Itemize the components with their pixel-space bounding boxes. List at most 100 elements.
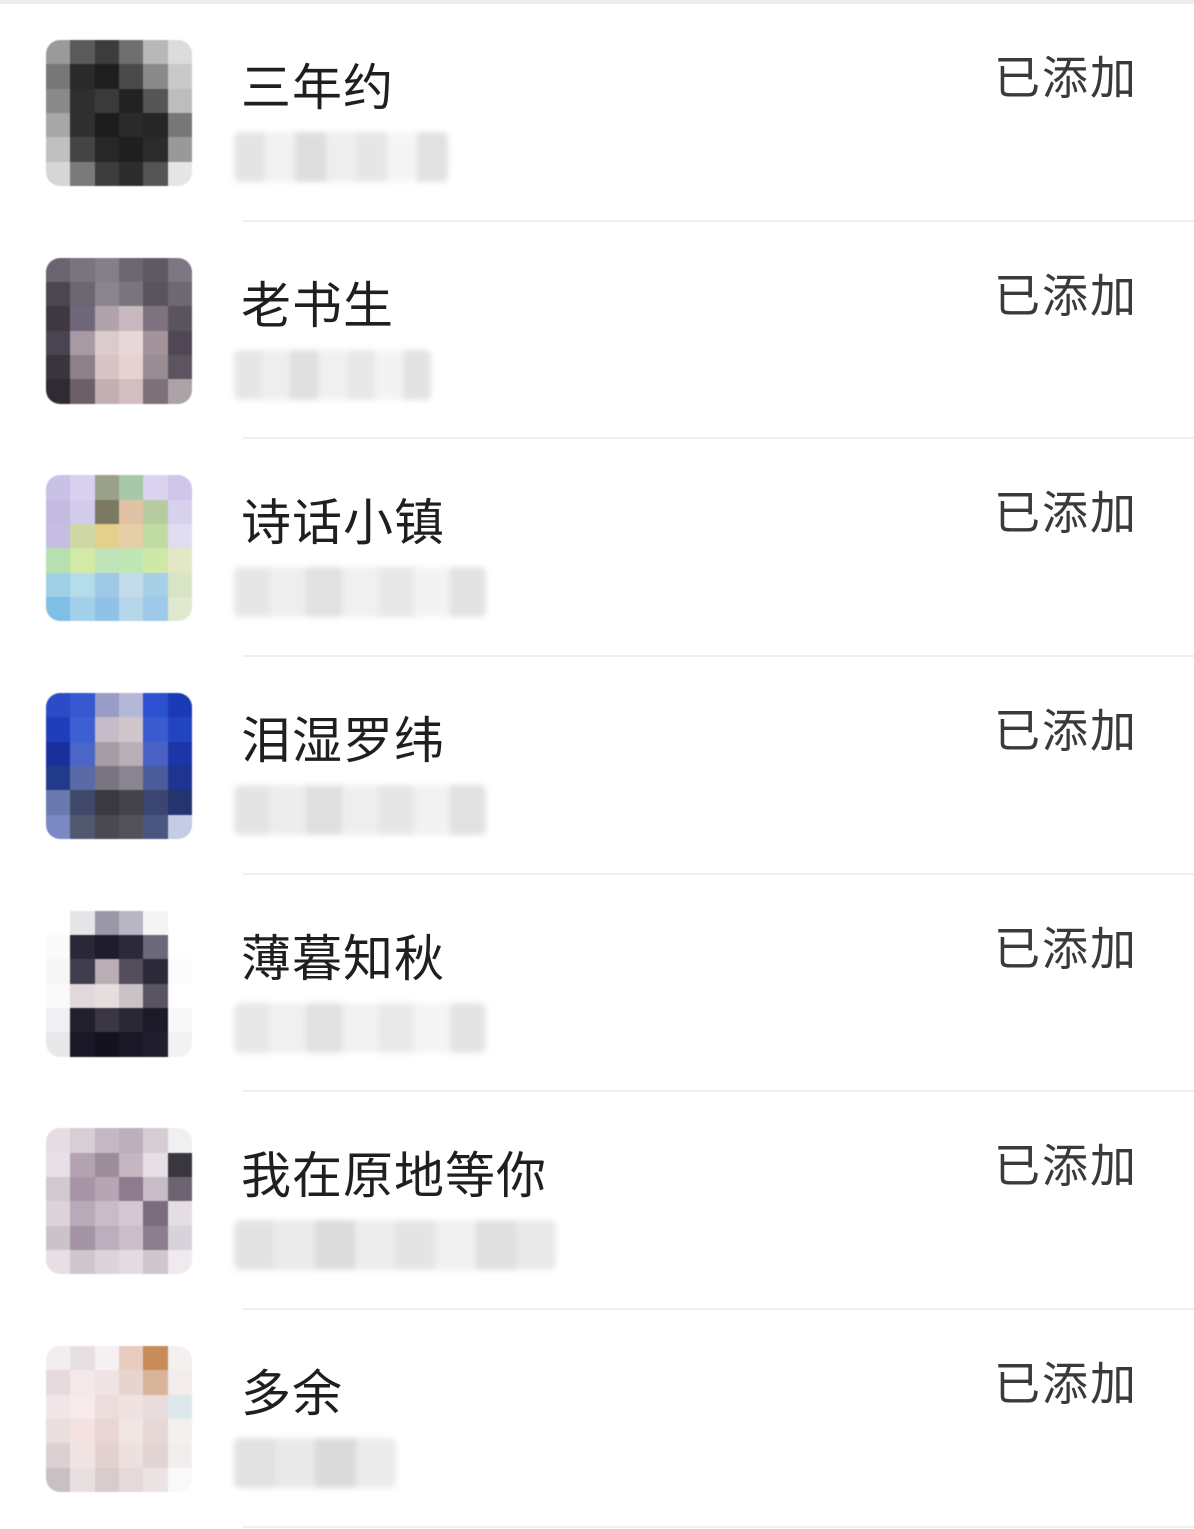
avatar-pixel	[70, 88, 95, 113]
blur-block	[342, 785, 378, 836]
blur-block	[395, 1220, 436, 1271]
list-item[interactable]: 多余 已添加	[0, 1310, 1194, 1528]
blur-block	[314, 1220, 355, 1271]
avatar-pixel	[143, 548, 168, 573]
avatar[interactable]	[46, 693, 192, 840]
avatar-pixel	[119, 741, 144, 767]
avatar-pixel	[119, 257, 144, 283]
list-item[interactable]: 三年约 已添加	[0, 4, 1194, 222]
avatar-pixel	[70, 1128, 95, 1153]
list-item[interactable]: 老书生 已添加	[0, 222, 1194, 440]
avatar-pixel	[119, 1419, 144, 1444]
list-item[interactable]: 我在原地等你 已添加	[0, 1092, 1194, 1311]
blur-block	[234, 132, 265, 182]
avatar[interactable]	[46, 1346, 192, 1493]
avatar-pixel	[70, 113, 95, 138]
blur-block	[414, 567, 450, 618]
avatar-pixel	[70, 1225, 95, 1251]
avatar-pixel	[143, 935, 168, 960]
avatar-pixel	[46, 597, 71, 622]
avatar-pixel	[94, 959, 119, 984]
blur-block	[234, 1438, 275, 1489]
avatar-pixel	[46, 1032, 71, 1057]
blur-block	[515, 1220, 556, 1271]
contact-subtitle-blurred	[234, 349, 431, 400]
contact-list: 三年约 已添加 老书生 已添加 诗话小镇 已添加 泪湿罗纬 已添加 薄暮知秋 已…	[0, 4, 1194, 1528]
avatar-pixel	[94, 1225, 119, 1251]
avatar-pixel	[143, 1152, 168, 1178]
avatar-pixel	[94, 282, 119, 307]
avatar-pixel	[46, 113, 71, 138]
added-status: 已添加	[994, 704, 1138, 759]
blur-block	[325, 132, 357, 182]
avatar-pixel	[143, 572, 168, 598]
avatar-pixel	[167, 1008, 192, 1033]
avatar-pixel	[94, 814, 119, 840]
blur-block	[374, 349, 403, 400]
avatar-pixel	[94, 257, 119, 283]
blur-block	[270, 785, 306, 836]
avatar-pixel	[94, 161, 119, 186]
avatar-pixel	[46, 766, 71, 791]
blur-block	[274, 1220, 315, 1271]
avatar-pixel	[46, 524, 71, 549]
avatar-pixel	[167, 1225, 192, 1251]
blur-block	[356, 132, 387, 182]
avatar-pixel	[46, 790, 71, 815]
avatar-pixel	[70, 379, 95, 404]
avatar-pixel	[46, 88, 71, 113]
avatar-pixel	[46, 935, 71, 960]
avatar[interactable]	[46, 257, 192, 404]
avatar-pixel	[70, 1250, 95, 1275]
avatar-pixel	[70, 717, 95, 742]
blur-block	[450, 785, 486, 836]
avatar-pixel	[119, 137, 144, 162]
avatar-pixel	[119, 1346, 144, 1371]
avatar-pixel	[94, 1443, 119, 1468]
avatar-pixel	[46, 499, 71, 525]
avatar[interactable]	[46, 475, 192, 622]
avatar-pixel	[143, 1394, 168, 1420]
blur-block	[234, 1220, 275, 1271]
avatar-pixel	[143, 1177, 168, 1202]
avatar-pixel	[167, 1032, 192, 1057]
avatar[interactable]	[46, 1128, 192, 1275]
blur-block	[414, 1002, 450, 1053]
avatar-pixel	[119, 910, 144, 936]
list-item[interactable]: 泪湿罗纬 已添加	[0, 657, 1194, 875]
list-item[interactable]: 薄暮知秋 已添加	[0, 875, 1194, 1093]
avatar-pixel	[167, 935, 192, 960]
avatar-pixel	[143, 161, 168, 186]
avatar[interactable]	[46, 910, 192, 1057]
avatar-pixel	[143, 1225, 168, 1251]
blur-block	[450, 567, 486, 618]
avatar-pixel	[94, 475, 119, 500]
avatar-pixel	[143, 693, 168, 718]
avatar-pixel	[119, 1467, 144, 1493]
avatar-pixel	[143, 64, 168, 89]
avatar[interactable]	[46, 40, 192, 186]
avatar-pixel	[94, 1419, 119, 1444]
avatar-pixel	[70, 161, 95, 186]
avatar-pixel	[167, 910, 192, 936]
avatar-pixel	[143, 1250, 168, 1275]
avatar-pixel	[46, 959, 71, 984]
avatar-pixel	[70, 790, 95, 815]
avatar-pixel	[94, 935, 119, 960]
avatar-pixel	[70, 355, 95, 380]
avatar-pixel	[119, 766, 144, 791]
avatar-pixel	[46, 1201, 71, 1226]
avatar-pixel	[167, 379, 192, 404]
avatar-pixel	[119, 1177, 144, 1202]
avatar-pixel	[167, 282, 192, 307]
avatar-pixel	[167, 64, 192, 89]
blur-block	[378, 785, 414, 836]
blur-block	[435, 1220, 476, 1271]
avatar-pixel	[46, 161, 71, 186]
avatar-pixel	[167, 548, 192, 573]
list-item[interactable]: 诗话小镇 已添加	[0, 439, 1194, 658]
avatar-pixel	[167, 814, 192, 840]
blur-block	[264, 132, 296, 182]
avatar-pixel	[119, 524, 144, 549]
avatar-pixel	[119, 1008, 144, 1033]
